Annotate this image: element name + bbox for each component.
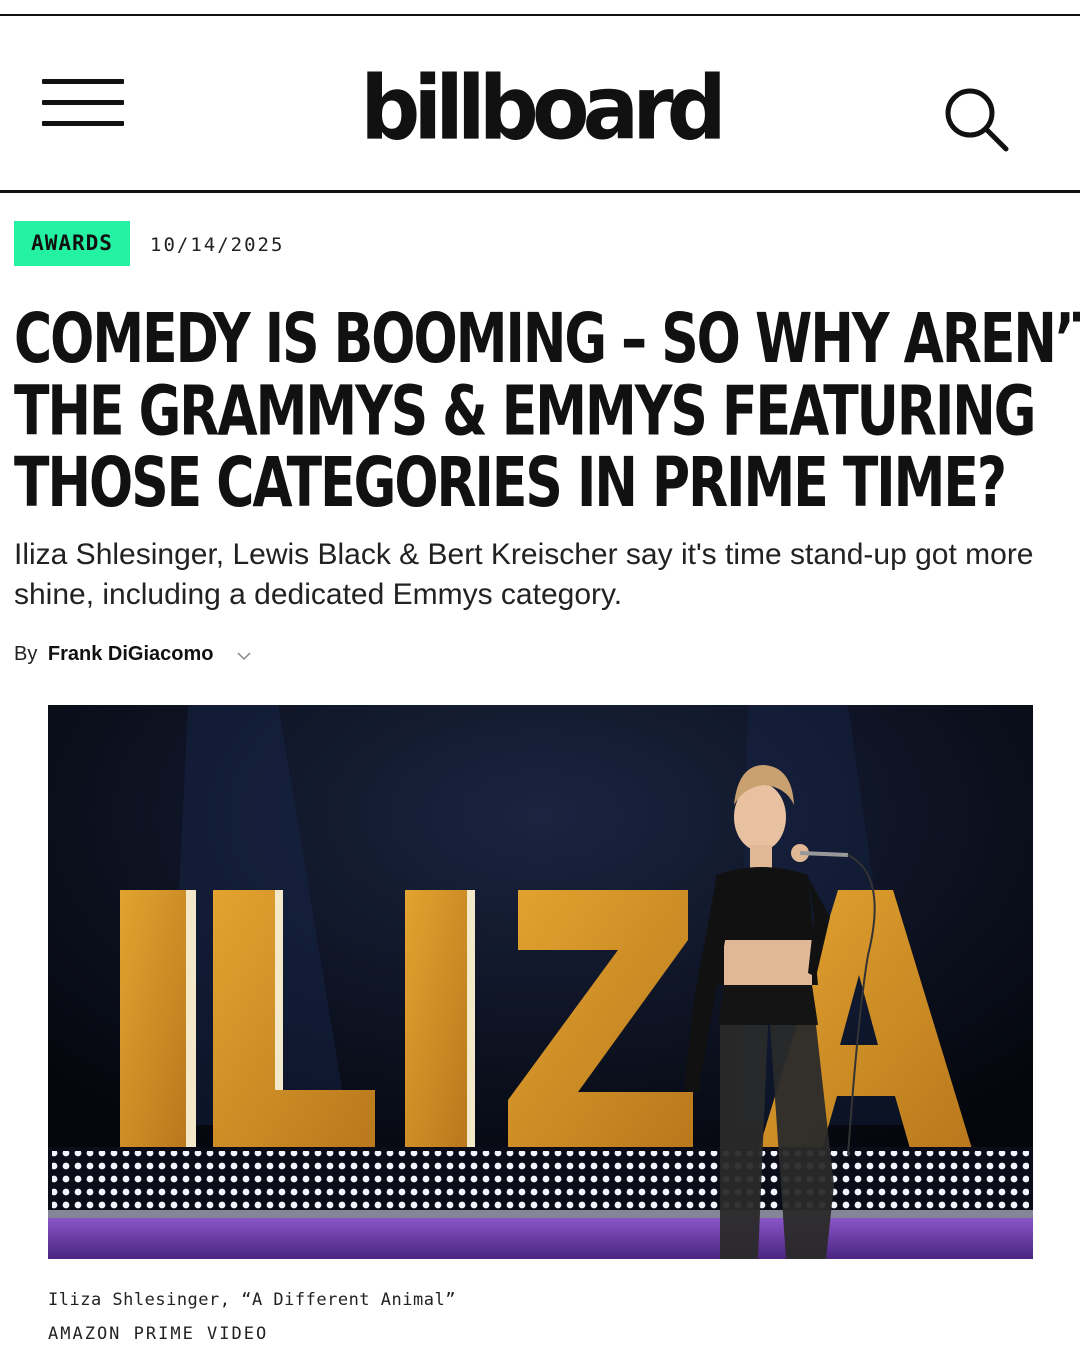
header-divider bbox=[0, 190, 1080, 193]
article-headline: COMEDY IS BOOMING – SO WHY AREN’T THE GR… bbox=[14, 292, 1080, 523]
headline-line: COMEDY IS BOOMING – SO WHY AREN’T bbox=[14, 299, 1080, 380]
search-button[interactable] bbox=[940, 84, 1012, 156]
byline: By Frank DiGiacomo bbox=[14, 638, 251, 670]
chevron-down-icon[interactable] bbox=[237, 639, 251, 671]
category-tag[interactable]: AWARDS bbox=[14, 221, 130, 266]
billboard-logo[interactable]: billboard bbox=[0, 56, 1080, 161]
hero-image[interactable] bbox=[48, 705, 1033, 1259]
article-dek: Iliza Shlesinger, Lewis Black & Bert Kre… bbox=[14, 538, 1034, 611]
search-icon bbox=[945, 88, 1009, 152]
image-credit: AMAZON PRIME VIDEO bbox=[48, 1324, 269, 1344]
headline-line: THOSE CATEGORIES IN PRIME TIME? bbox=[14, 443, 1007, 523]
article-meta: AWARDS 10/14/2025 bbox=[14, 221, 1054, 267]
byline-prefix: By bbox=[14, 643, 38, 665]
image-caption: Iliza Shlesinger, “A Different Animal” bbox=[48, 1290, 456, 1310]
headline-line: THE GRAMMYS & EMMYS FEATURING bbox=[14, 371, 1037, 452]
publish-date: 10/14/2025 bbox=[150, 234, 285, 256]
site-header: billboard bbox=[0, 16, 1080, 190]
author-link[interactable]: Frank DiGiacomo bbox=[48, 643, 214, 665]
